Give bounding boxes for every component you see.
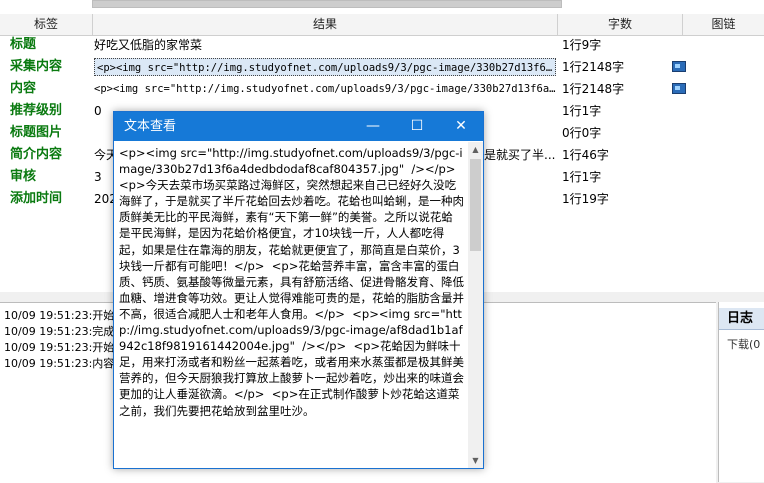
row-label: 添加时间 xyxy=(10,191,63,206)
row-char-count: 1行46字 xyxy=(562,148,609,162)
table-row[interactable]: 标题 好吃又低脂的家常菜 1行9字 xyxy=(0,34,764,56)
dialog-title-bar[interactable]: 文本查看 — ☐ ✕ xyxy=(114,112,483,141)
log-line: 10/09 19:51:23:开始 xyxy=(4,309,115,322)
row-value[interactable]: <p><img src="http://img.studyofnet.com/u… xyxy=(94,58,556,76)
row-label: 标题图片 xyxy=(10,125,63,140)
col-header-result[interactable]: 结果 xyxy=(93,14,558,35)
minimize-button[interactable]: — xyxy=(351,112,395,141)
scrollbar-thumb[interactable] xyxy=(92,0,562,8)
row-label: 采集内容 xyxy=(10,59,63,74)
col-header-label[interactable]: 标签 xyxy=(0,14,93,35)
row-label: 简介内容 xyxy=(10,147,63,162)
log-line: 10/09 19:51:23:内容 xyxy=(4,357,115,370)
table-row[interactable]: 内容 <p><img src="http://img.studyofnet.com… xyxy=(0,78,764,100)
scroll-down-icon[interactable]: ▼ xyxy=(468,453,483,468)
log-line: 10/09 19:51:23:完成 xyxy=(4,325,115,338)
col-header-image-link[interactable]: 图链 xyxy=(683,14,764,35)
log-line: 10/09 19:51:23:开始 xyxy=(4,341,115,354)
row-char-count: 1行2148字 xyxy=(562,60,625,74)
row-value-tail: 是就买了半... xyxy=(484,148,556,162)
row-label: 内容 xyxy=(10,81,37,96)
row-char-count: 1行9字 xyxy=(562,38,602,52)
dialog-text-content[interactable]: <p><img src="http://img.studyofnet.com/u… xyxy=(115,143,468,468)
table-row[interactable]: 采集内容 <p><img src="http://img.studyofnet.c… xyxy=(0,56,764,78)
image-link-icon[interactable] xyxy=(672,83,686,94)
close-button[interactable]: ✕ xyxy=(439,112,483,141)
scroll-up-icon[interactable]: ▲ xyxy=(468,142,483,157)
row-label: 标题 xyxy=(10,37,37,52)
log-tab[interactable]: 日志 xyxy=(719,308,764,330)
row-char-count: 1行1字 xyxy=(562,170,602,184)
row-char-count: 0行0字 xyxy=(562,126,602,140)
dialog-vertical-scrollbar[interactable]: ▲ ▼ xyxy=(468,142,483,468)
image-link-icon[interactable] xyxy=(672,61,686,72)
dialog-title: 文本查看 xyxy=(124,119,177,134)
horizontal-scrollbar[interactable] xyxy=(0,0,764,14)
row-value[interactable]: <p><img src="http://img.studyofnet.com/u… xyxy=(94,78,556,100)
row-char-count: 1行1字 xyxy=(562,104,602,118)
side-pane: 日志 下载(0 xyxy=(718,302,764,482)
col-header-chars[interactable]: 字数 xyxy=(558,14,683,35)
text-view-dialog: 文本查看 — ☐ ✕ <p><img src="http://img.study… xyxy=(113,111,484,469)
row-char-count: 1行2148字 xyxy=(562,82,625,96)
row-label: 审核 xyxy=(10,169,37,184)
maximize-button[interactable]: ☐ xyxy=(395,112,439,141)
scrollbar-thumb[interactable] xyxy=(470,159,481,251)
row-value[interactable]: 好吃又低脂的家常菜 xyxy=(94,34,556,56)
grid-header: 标签 结果 字数 图链 xyxy=(0,14,764,36)
row-char-count: 1行19字 xyxy=(562,192,609,206)
row-label: 推荐级别 xyxy=(10,103,63,118)
download-status: 下载(0 xyxy=(727,338,761,351)
